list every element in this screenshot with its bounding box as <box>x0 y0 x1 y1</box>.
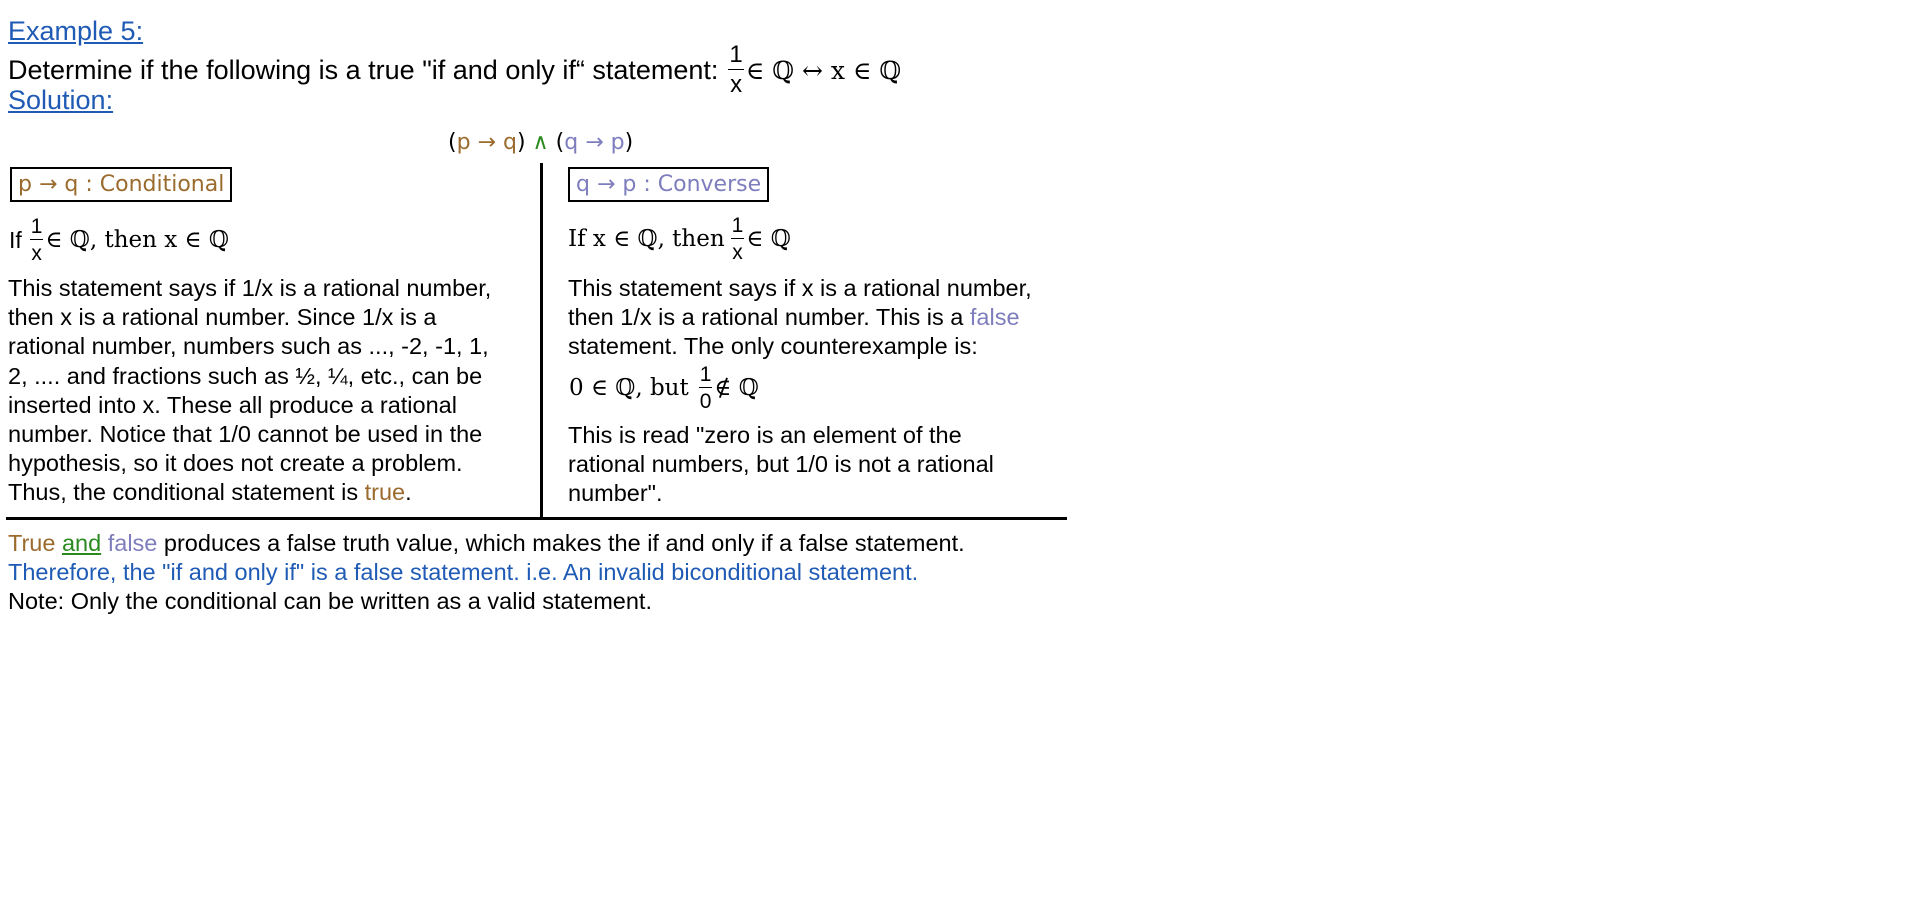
true-word: True <box>8 530 56 556</box>
conditional-if-statement: If 1 x ∈ ℚ, then x ∈ ℚ <box>9 212 229 268</box>
explanation-line: This statement says if x is a rational n… <box>568 275 1032 301</box>
counterexample-fraction: 1 0 <box>698 363 713 413</box>
explanation-line-final: Thus, the conditional statement is true. <box>8 478 491 507</box>
reading-line: This is read "zero is an element of the <box>568 422 962 448</box>
if-word: If <box>9 226 22 253</box>
explanation-line: then 1/x is a rational number. This is a… <box>568 303 1032 332</box>
fraction-denominator: x <box>31 242 42 265</box>
therefore-statement: Therefore, the "if and only if" is a fal… <box>8 559 919 585</box>
reading-explanation: This is read "zero is an element of the … <box>568 421 994 509</box>
fraction-numerator: 1 <box>728 41 744 70</box>
counterexample-prefix: 0 ∈ ℚ, but <box>569 375 689 401</box>
fraction-numerator: 1 <box>730 214 745 239</box>
conditional-if-rest: ∈ ℚ, then x ∈ ℚ <box>45 227 229 253</box>
final-prefix: Thus, the conditional statement is <box>8 479 365 506</box>
formula-and-symbol: ∧ <box>532 130 549 155</box>
statement-fraction: 1 x <box>728 41 744 98</box>
prompt-text: Determine if the following is a true "if… <box>8 54 719 85</box>
reading-line: number". <box>568 480 663 507</box>
converse-label-box: q → p : Converse <box>568 167 770 202</box>
statement-rest: ∈ ℚ ↔ x ∈ ℚ <box>745 55 902 85</box>
fraction-numerator: 1 <box>698 363 713 388</box>
explanation-line: This statement says if 1/x is a rational… <box>8 275 492 301</box>
conditional-fraction: 1 x <box>29 215 44 265</box>
formula-close-paren: ) <box>516 130 526 155</box>
conditional-label-box: p → q : Conditional <box>10 167 233 202</box>
biconditional-formula: (p → q) ∧ (q → p) <box>448 130 633 155</box>
converse-fraction: 1 x <box>730 214 745 264</box>
true-word: true <box>364 479 406 506</box>
fraction-denominator: x <box>730 71 743 98</box>
fraction-numerator: 1 <box>29 215 44 240</box>
explanation-line: then x is a rational number. Since 1/x i… <box>8 304 437 331</box>
explanation-line: 2, .... and fractions such as ½, ¼, etc.… <box>8 362 483 389</box>
explanation-line: number. Notice that 1/0 cannot be used i… <box>8 421 483 448</box>
converse-explanation: This statement says if x is a rational n… <box>568 274 1032 362</box>
explanation-line: inserted into x. These all produce a rat… <box>8 391 457 418</box>
vertical-divider <box>540 163 543 519</box>
fraction-denominator: x <box>732 241 743 264</box>
explanation-line: statement. The only counterexample is: <box>568 333 978 360</box>
converse-if-rest: ∈ ℚ <box>746 226 791 252</box>
summary-rest: produces a false truth value, which make… <box>157 530 965 556</box>
explanation-line: hypothesis, so it does not create a prob… <box>8 450 463 477</box>
line-prefix: then 1/x is a rational number. This is a <box>568 304 970 331</box>
and-word: and <box>61 530 102 556</box>
formula-conditional: p → q <box>456 130 517 155</box>
converse-if-prefix: If x ∈ ℚ, then <box>568 226 725 252</box>
truth-value-summary: True and false produces a false truth va… <box>8 530 965 557</box>
fraction-denominator: 0 <box>699 390 712 413</box>
false-word: false <box>969 304 1020 331</box>
formula-close-paren-2: ) <box>624 130 634 155</box>
note-statement: Note: Only the conditional can be writte… <box>8 588 652 614</box>
final-suffix: . <box>405 479 412 506</box>
formula-open-paren-2: ( <box>555 130 565 155</box>
explanation-line: rational number, numbers such as ..., -2… <box>8 333 489 360</box>
counterexample: 0 ∈ ℚ, but 1 0 ∉ ℚ <box>569 360 759 416</box>
formula-open-paren: ( <box>448 130 457 155</box>
counterexample-rest: ∉ ℚ <box>714 375 759 401</box>
problem-statement: Determine if the following is a true "if… <box>8 39 901 101</box>
reading-line: rational numbers, but 1/0 is not a ratio… <box>568 451 994 478</box>
conditional-explanation: This statement says if 1/x is a rational… <box>8 274 491 508</box>
solution-label: Solution: <box>8 85 114 115</box>
horizontal-divider <box>6 517 1067 520</box>
formula-converse: q → p <box>564 130 625 155</box>
false-word: false <box>107 530 158 556</box>
converse-if-statement: If x ∈ ℚ, then 1 x ∈ ℚ <box>568 211 791 267</box>
